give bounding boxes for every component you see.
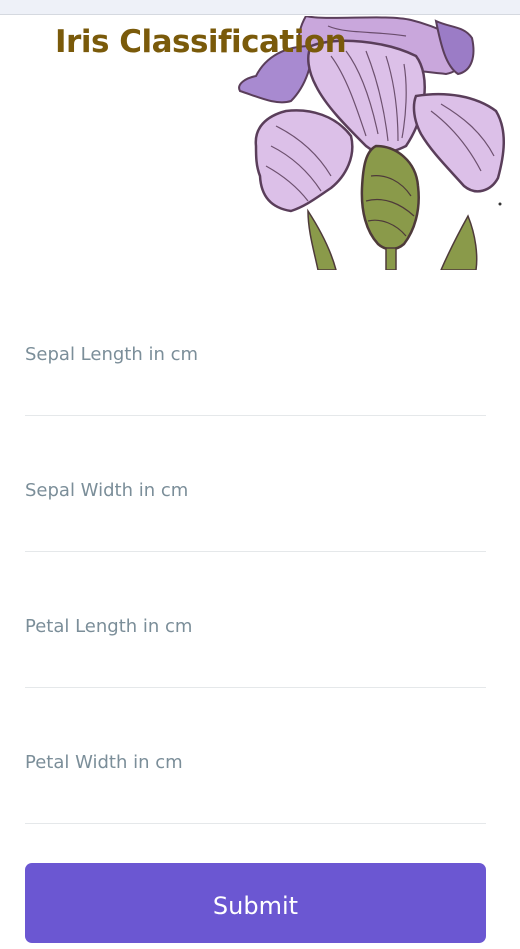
iris-input-form: Sepal Length in cm Sepal Width in cm Pet… — [25, 270, 490, 824]
petal-width-field: Petal Width in cm — [25, 678, 490, 824]
petal-length-field: Petal Length in cm — [25, 542, 490, 688]
sepal-width-input[interactable] — [25, 466, 490, 548]
petal-width-input[interactable] — [25, 738, 490, 820]
sepal-length-input[interactable] — [25, 330, 490, 412]
submit-button[interactable]: Submit — [25, 863, 486, 943]
petal-length-input[interactable] — [25, 602, 490, 684]
sepal-width-field: Sepal Width in cm — [25, 406, 490, 552]
page-title: Iris Classification — [55, 24, 347, 60]
sepal-length-field: Sepal Length in cm — [25, 270, 490, 416]
browser-top-strip — [0, 0, 520, 15]
field-underline — [25, 823, 486, 824]
